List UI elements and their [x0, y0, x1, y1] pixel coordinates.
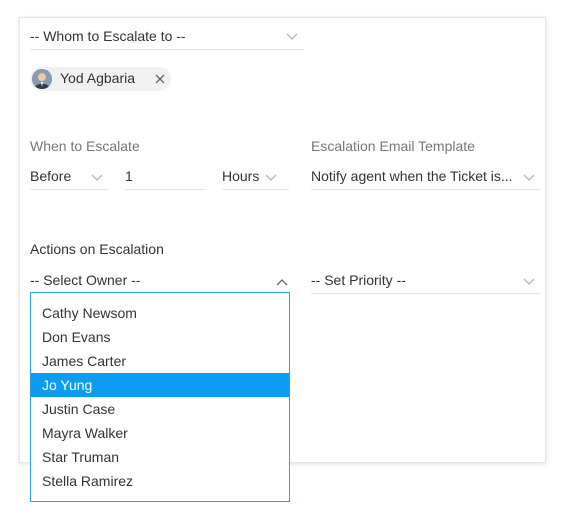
owner-options-list: Cathy Newsom Don Evans James Carter Jo Yung… [31, 301, 289, 493]
unit-value: Hours [222, 168, 260, 184]
owner-option[interactable]: James Carter [31, 349, 289, 373]
escalate-to-select[interactable]: -- Whom to Escalate to -- [30, 28, 304, 50]
owner-option[interactable]: Justin Case [31, 397, 289, 421]
owner-dropdown-menu: Cathy Newsom Don Evans James Carter Jo Yung… [30, 292, 290, 502]
chevron-down-icon [523, 174, 535, 184]
owner-option[interactable]: Jo Yung [31, 373, 289, 397]
chevron-up-icon [276, 278, 288, 288]
close-icon[interactable] [154, 72, 166, 84]
owner-option[interactable]: Don Evans [31, 325, 289, 349]
assignee-name: Yod Agbaria [60, 70, 135, 86]
owner-placeholder: -- Select Owner -- [30, 272, 141, 288]
actions-label: Actions on Escalation [30, 241, 164, 257]
owner-option[interactable]: Stella Ramirez [31, 469, 289, 493]
chevron-down-icon [286, 33, 298, 43]
owner-option[interactable]: Cathy Newsom [31, 301, 289, 325]
owner-option[interactable]: Star Truman [31, 445, 289, 469]
chevron-down-icon [265, 174, 277, 184]
email-template-label: Escalation Email Template [311, 138, 475, 154]
priority-placeholder: -- Set Priority -- [311, 272, 406, 288]
assignee-chip: Yod Agbaria [30, 67, 171, 91]
email-template-select[interactable]: Notify agent when the Ticket is... [311, 168, 540, 190]
chevron-down-icon [91, 174, 103, 184]
email-template-value: Notify agent when the Ticket is... [311, 168, 513, 184]
avatar [32, 69, 52, 89]
amount-value: 1 [125, 168, 133, 184]
when-to-escalate-label: When to Escalate [30, 138, 140, 154]
chevron-down-icon [523, 278, 535, 288]
priority-select[interactable]: -- Set Priority -- [311, 272, 540, 294]
owner-select[interactable]: -- Select Owner -- [30, 272, 290, 293]
escalate-to-placeholder: -- Whom to Escalate to -- [30, 28, 186, 44]
timing-select[interactable]: Before [30, 168, 108, 190]
amount-input[interactable]: 1 [125, 168, 206, 190]
timing-value: Before [30, 168, 72, 184]
owner-option[interactable]: Mayra Walker [31, 421, 289, 445]
unit-select[interactable]: Hours [222, 168, 289, 190]
